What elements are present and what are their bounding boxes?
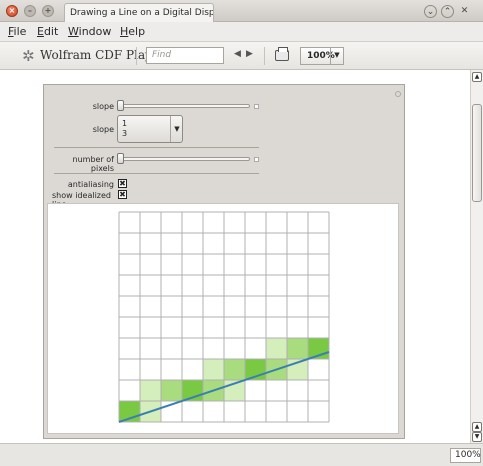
pixels-slider-thumb[interactable] — [117, 153, 124, 164]
toolbar-divider — [264, 47, 265, 65]
find-input[interactable]: Find — [146, 47, 224, 64]
chevron-down-icon[interactable]: ⌄ — [424, 5, 437, 18]
status-bar: 100% — [0, 443, 483, 466]
menu-help[interactable]: Help — [120, 25, 145, 38]
pixel-cell — [287, 338, 308, 359]
menu-file[interactable]: File — [8, 25, 26, 38]
pixel-cell — [161, 380, 182, 401]
pixel-cell — [140, 380, 161, 401]
next-icon[interactable]: ▶ — [246, 49, 253, 59]
toolbar-divider — [136, 47, 137, 65]
zoom-dropdown-icon[interactable]: ▼ — [330, 47, 343, 65]
wolfram-logo-icon: ✲ — [22, 47, 35, 65]
previous-icon[interactable]: ◀ — [234, 49, 241, 59]
chevron-up-icon[interactable]: ⌃ — [441, 5, 454, 18]
pixels-slider-expand-icon[interactable] — [254, 157, 259, 162]
slope-popup-menu[interactable]: 1 3 ▼ — [117, 115, 183, 143]
slope-slider-label: slope — [92, 102, 114, 111]
pixels-slider-label: number of pixels — [72, 155, 114, 173]
chevron-down-icon: ▼ — [170, 116, 183, 142]
status-zoom[interactable]: 100% — [450, 448, 481, 463]
window-maximize-button[interactable]: + — [42, 5, 54, 17]
maximize-icon: + — [44, 6, 52, 15]
window-close-button[interactable]: × — [6, 5, 18, 17]
pixel-grid-plot — [47, 203, 399, 434]
pixel-cell — [266, 338, 287, 359]
toolbar: ✲ Wolfram CDF Player Find ◀ ▶ 100% ▼ — [0, 42, 483, 70]
close-icon: × — [8, 6, 16, 15]
antialiasing-checkbox[interactable]: ✖ — [118, 179, 127, 188]
divider — [54, 173, 259, 174]
pixel-cell — [224, 359, 245, 380]
slope-popup-label: slope — [92, 125, 114, 134]
pixel-cell — [203, 359, 224, 380]
scroll-up-icon[interactable]: ▲ — [472, 72, 482, 82]
document-tab[interactable]: Drawing a Line on a Digital Display — [64, 3, 214, 22]
divider — [54, 147, 259, 148]
pixels-slider[interactable] — [118, 157, 250, 161]
slope-fraction: 1 3 — [122, 119, 128, 138]
idealized-line-checkbox[interactable]: ✖ — [118, 190, 127, 199]
menu-bar: File Edit Window Help — [0, 22, 483, 42]
menu-window[interactable]: Window — [68, 25, 111, 38]
close-window-icon[interactable]: ✕ — [458, 5, 471, 18]
print-icon[interactable] — [275, 47, 289, 61]
vertical-scrollbar[interactable]: ▲ ▲ ▼ — [470, 70, 483, 443]
window-minimize-button[interactable]: – — [24, 5, 36, 17]
slope-slider[interactable] — [118, 104, 250, 108]
scrollbar-thumb[interactable] — [472, 104, 482, 202]
menu-edit[interactable]: Edit — [37, 25, 58, 38]
slope-slider-thumb[interactable] — [117, 100, 124, 111]
scroll-down-icon[interactable]: ▼ — [472, 432, 482, 442]
scroll-up-icon[interactable]: ▲ — [472, 422, 482, 432]
pixel-grid-svg — [118, 211, 330, 423]
slope-slider-expand-icon[interactable] — [254, 104, 259, 109]
panel-options-icon[interactable] — [395, 91, 401, 97]
title-bar: × – + Drawing a Line on a Digital Displa… — [0, 0, 483, 22]
minimize-icon: – — [28, 6, 32, 15]
antialiasing-label: antialiasing — [67, 180, 114, 189]
